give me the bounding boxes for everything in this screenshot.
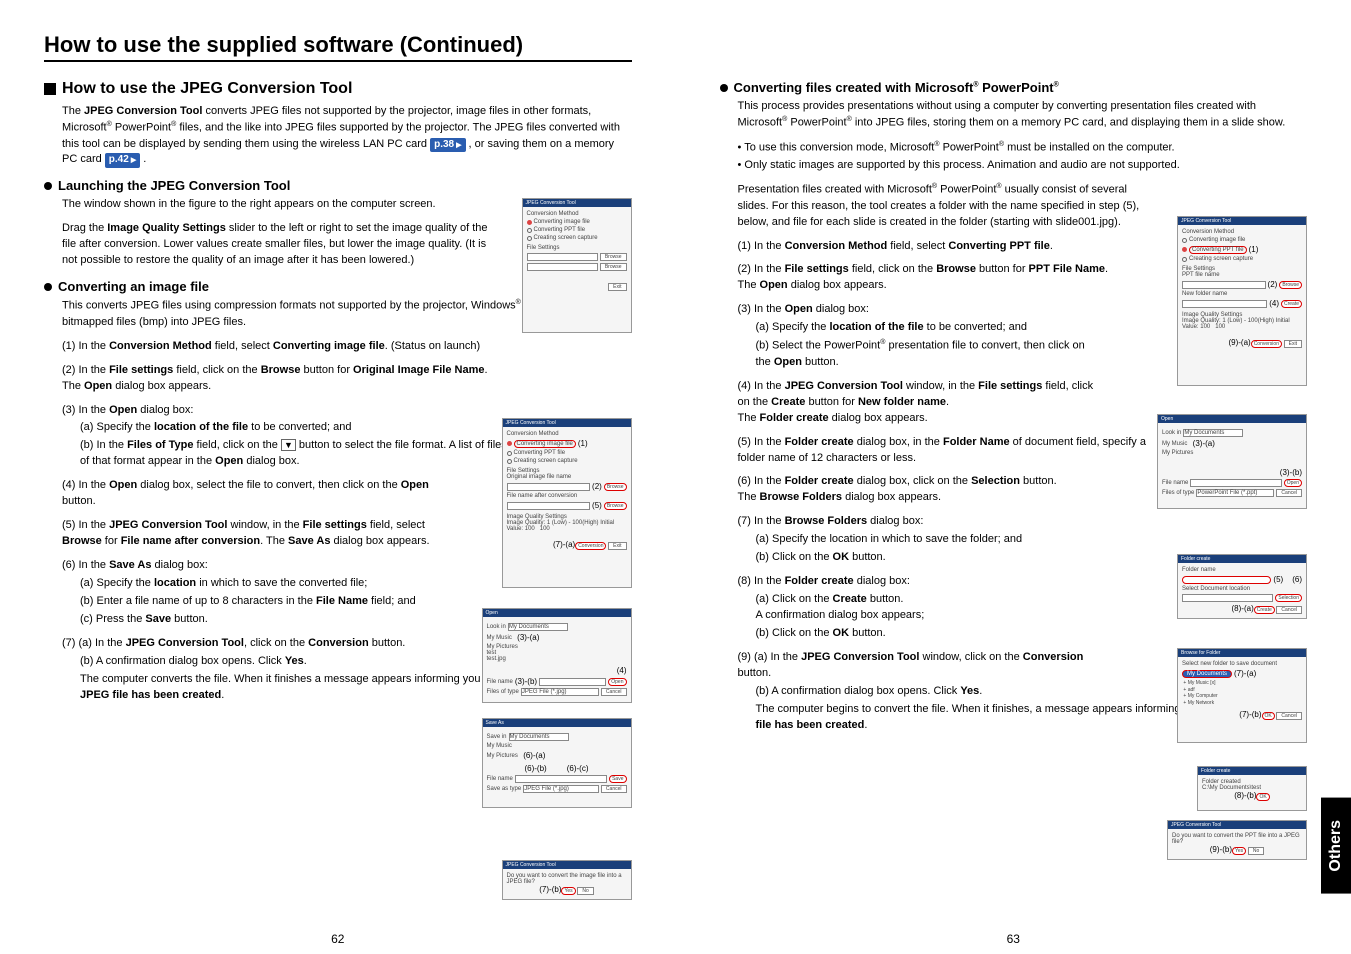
sub-header-ppt: Converting files created with Microsoft®…: [720, 80, 1308, 95]
page-number-left: 62: [331, 932, 344, 946]
step-5: (5) In the JPEG Conversion Tool window, …: [62, 518, 442, 550]
thumb-ppt-open: Open Look in My Documents My Music (3)-(…: [1157, 414, 1307, 509]
page-ref-38[interactable]: p.38: [430, 138, 465, 153]
intro-paragraph: The JPEG Conversion Tool converts JPEG f…: [62, 104, 632, 168]
dot-bullet-icon: [720, 84, 728, 92]
r-step-9a: (9) (a) In the JPEG Conversion Tool wind…: [738, 650, 1118, 682]
thumb-ppt-tool: JPEG Conversion Tool Conversion Method C…: [1177, 216, 1307, 386]
launching-p1: The window shown in the figure to the ri…: [62, 197, 492, 213]
r-step-1: (1) In the Conversion Method field, sele…: [738, 239, 1158, 255]
thumb-titlebar: JPEG Conversion Tool: [523, 199, 631, 207]
r-step-3b: (b) Select the PowerPoint® presentation …: [756, 338, 1096, 371]
ppt-bullet-1: • To use this conversion mode, Microsoft…: [738, 140, 1308, 157]
step-6a: (a) Specify the location in which to sav…: [80, 576, 440, 592]
r-step-8a: (a) Click on the Create button. A confir…: [756, 592, 1176, 624]
ppt-p2: Presentation files created with Microsof…: [738, 182, 1158, 230]
step-4: (4) In the Open dialog box, select the f…: [62, 478, 442, 510]
step-2: (2) In the File settings field, click on…: [62, 363, 492, 395]
section-title-text: How to use the JPEG Conversion Tool: [62, 80, 352, 98]
page-number-right: 63: [1007, 932, 1020, 946]
thumb-open-dialog: Open Look in My Documents My Music (3)-(…: [482, 608, 632, 703]
step-3a: (a) Specify the location of the file to …: [80, 420, 510, 436]
square-bullet-icon: [44, 83, 56, 95]
page-ref-42[interactable]: p.42: [105, 153, 140, 168]
r-step-5: (5) In the Folder create dialog box, in …: [738, 435, 1158, 467]
ppt-bullet-2: • Only static images are supported by th…: [738, 158, 1308, 174]
thumb-folder-create: Folder create Folder name (5) (6) Select…: [1177, 554, 1307, 619]
r-step-8: (8) In the Folder create dialog box:: [738, 574, 1158, 590]
dot-bullet-icon: [44, 283, 52, 291]
thumb-tool-step: JPEG Conversion Tool Conversion Method C…: [502, 418, 632, 588]
r-step-7a: (a) Specify the location in which to sav…: [756, 532, 1176, 548]
r-step-3: (3) In the Open dialog box:: [738, 302, 1098, 318]
launching-p2: Drag the Image Quality Settings slider t…: [62, 221, 492, 269]
thumb-tool-intro: JPEG Conversion Tool Conversion Method C…: [522, 198, 632, 333]
r-step-4: (4) In the JPEG Conversion Tool window, …: [738, 379, 1098, 427]
thumb-saveas-dialog: Save As Save in My Documents My Music My…: [482, 718, 632, 808]
step-6: (6) In the Save As dialog box:: [62, 558, 442, 574]
thumb-browse-folders: Browse for Folder Select new folder to s…: [1177, 648, 1307, 743]
thumb-confirm-dialog: JPEG Conversion Tool Do you want to conv…: [502, 860, 632, 900]
sidebar-tab-others: Others: [1321, 798, 1351, 894]
step-7b: (b) A confirmation dialog box opens. Cli…: [80, 654, 520, 670]
r-step-7b: (b) Click on the OK button.: [756, 550, 1176, 566]
r-step-6: (6) In the Folder create dialog box, cli…: [738, 474, 1158, 506]
step-6b: (b) Enter a file name of up to 8 charact…: [80, 594, 440, 610]
page-title: How to use the supplied software (Contin…: [44, 32, 632, 62]
step-7c: The computer converts the file. When it …: [80, 672, 520, 704]
step-3: (3) In the Open dialog box:: [62, 403, 492, 419]
section-header-jpeg-tool: How to use the JPEG Conversion Tool: [44, 80, 632, 98]
step-6c: (c) Press the Save button.: [80, 612, 440, 628]
ppt-intro: This process provides presentations with…: [738, 99, 1308, 132]
r-step-2: (2) In the File settings field, click on…: [738, 262, 1158, 294]
sub-header-launching: Launching the JPEG Conversion Tool: [44, 178, 632, 193]
thumb-convert-confirm: JPEG Conversion Tool Do you want to conv…: [1167, 820, 1307, 860]
step-1: (1) In the Conversion Method field, sele…: [62, 339, 492, 355]
r-step-3a: (a) Specify the location of the file to …: [756, 320, 1096, 336]
step-3b: (b) In the Files of Type field, click on…: [80, 438, 510, 470]
dot-bullet-icon: [44, 182, 52, 190]
r-step-7: (7) In the Browse Folders dialog box:: [738, 514, 1158, 530]
r-step-8b: (b) Click on the OK button.: [756, 626, 1176, 642]
thumb-folder-confirm: Folder create Folder createdC:\My Docume…: [1197, 766, 1307, 811]
